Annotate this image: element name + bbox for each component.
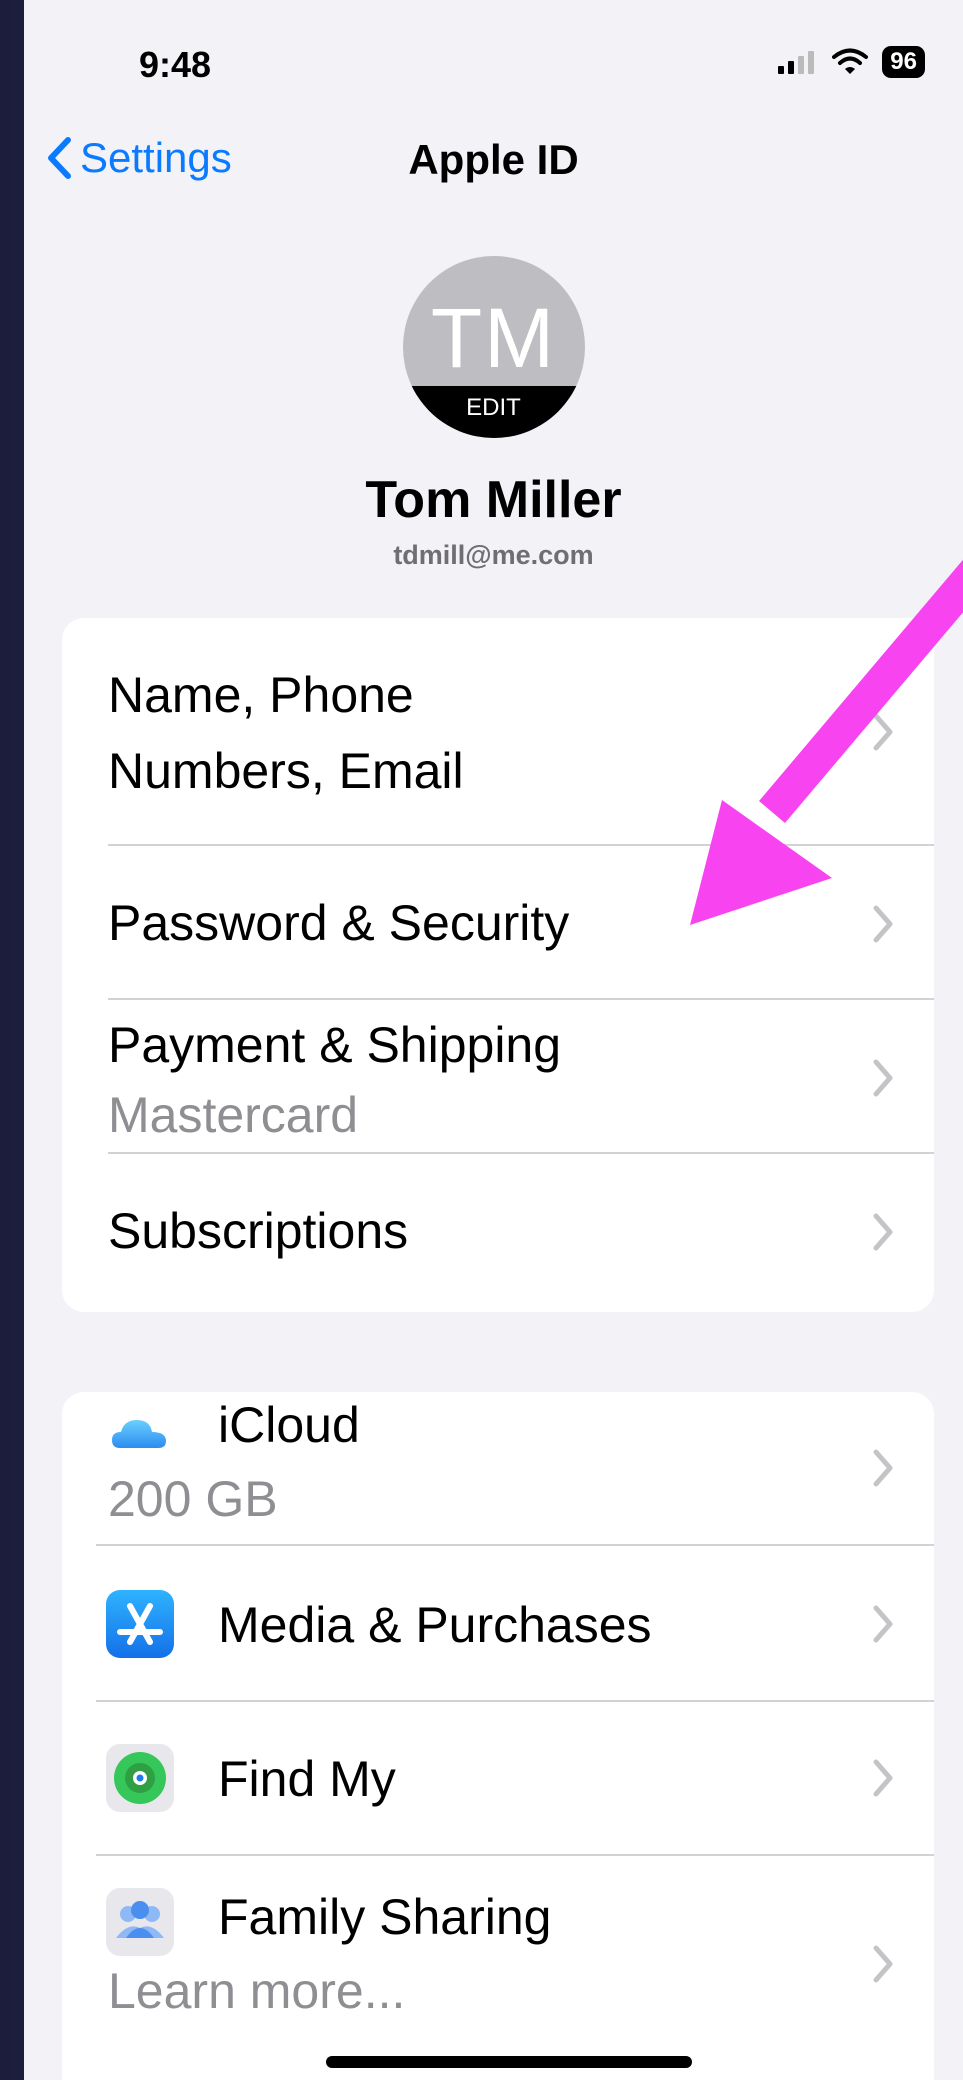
chevron-right-icon — [872, 712, 894, 752]
row-findmy-label: Find My — [218, 1751, 396, 1807]
wifi-icon — [832, 48, 869, 74]
row-find-my[interactable]: Find My — [62, 1702, 934, 1856]
back-button[interactable]: Settings — [46, 134, 232, 182]
icloud-icon — [106, 1404, 174, 1472]
chevron-left-icon — [48, 137, 71, 179]
chevron-right-icon — [872, 904, 894, 944]
status-icons: 96 — [778, 46, 925, 78]
avatar[interactable]: TM EDIT — [402, 256, 585, 438]
phone-screen: 9:48 96 Apple ID Settings TM EDIT Tom Mi… — [24, 0, 963, 2080]
family-sharing-icon — [106, 1888, 174, 1956]
chevron-right-icon — [872, 1758, 894, 1798]
row-media-purchases[interactable]: Media & Purchases — [62, 1546, 934, 1702]
back-label: Settings — [80, 134, 232, 181]
row-password-security[interactable]: Password & Security — [62, 846, 934, 1000]
avatar-edit-label: EDIT — [402, 386, 585, 438]
avatar-initials: TM — [430, 291, 557, 385]
chevron-right-icon — [872, 1058, 894, 1098]
row-payment-label: Payment & Shipping — [108, 1017, 562, 1073]
find-my-icon — [106, 1744, 174, 1812]
services-group: iCloud 200 GB Media & Purchases Find My … — [62, 1392, 934, 2080]
row-subscriptions[interactable]: Subscriptions — [62, 1154, 934, 1312]
row-password-label: Password & Security — [108, 895, 570, 951]
chevron-right-icon — [872, 1604, 894, 1644]
navigation-bar: Apple ID Settings — [24, 130, 963, 200]
row-subscriptions-label: Subscriptions — [108, 1203, 409, 1259]
row-icloud-label: iCloud — [218, 1397, 360, 1453]
profile-email: tdmill@me.com — [393, 540, 594, 570]
chevron-right-icon — [872, 1212, 894, 1252]
row-payment-shipping[interactable]: Payment & Shipping Mastercard — [62, 1000, 934, 1154]
chevron-right-icon — [872, 1944, 894, 1984]
row-name-line2: Numbers, Email — [108, 743, 464, 799]
chevron-right-icon — [872, 1448, 894, 1488]
profile-header: TM EDIT Tom Miller tdmill@me.com — [24, 256, 963, 571]
row-icloud-subtitle: 200 GB — [108, 1471, 278, 1527]
row-family-label: Family Sharing — [218, 1889, 552, 1945]
row-name-phone-email[interactable]: Name, Phone Numbers, Email — [62, 618, 934, 846]
status-time: 9:48 — [139, 44, 212, 85]
row-family-subtitle: Learn more... — [108, 1963, 406, 2019]
profile-name: Tom Miller — [365, 471, 622, 529]
row-payment-subtitle: Mastercard — [108, 1087, 359, 1143]
battery-indicator: 96 — [882, 46, 925, 78]
app-store-icon — [106, 1590, 174, 1658]
home-indicator[interactable] — [326, 2056, 692, 2068]
cellular-signal-icon — [778, 51, 815, 74]
row-family-sharing[interactable]: Family Sharing Learn more... — [62, 1856, 934, 2080]
row-icloud[interactable]: iCloud 200 GB — [62, 1392, 934, 1546]
row-media-label: Media & Purchases — [218, 1597, 652, 1653]
account-settings-group: Name, Phone Numbers, Email Password & Se… — [62, 618, 934, 1312]
row-name-line1: Name, Phone — [108, 667, 414, 723]
status-bar: 9:48 96 — [24, 38, 963, 90]
